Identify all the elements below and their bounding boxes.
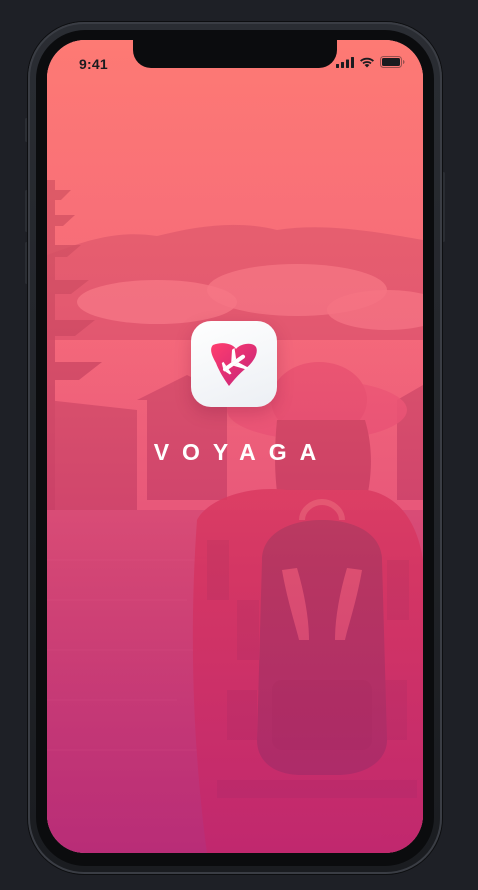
splash-screen: 9:41 VOYAGA [47, 40, 423, 853]
cellular-signal-icon [336, 56, 354, 68]
status-icons [336, 56, 405, 68]
app-name: VOYAGA [153, 439, 330, 465]
status-time: 9:41 [79, 56, 108, 72]
airplane-heart-logo-icon [211, 343, 257, 386]
wifi-icon [360, 57, 374, 67]
canvas: 9:41 VOYAGA [0, 0, 478, 890]
notch [133, 40, 337, 68]
battery-icon [380, 56, 405, 68]
power-button [442, 172, 445, 242]
app-logo [191, 321, 277, 407]
